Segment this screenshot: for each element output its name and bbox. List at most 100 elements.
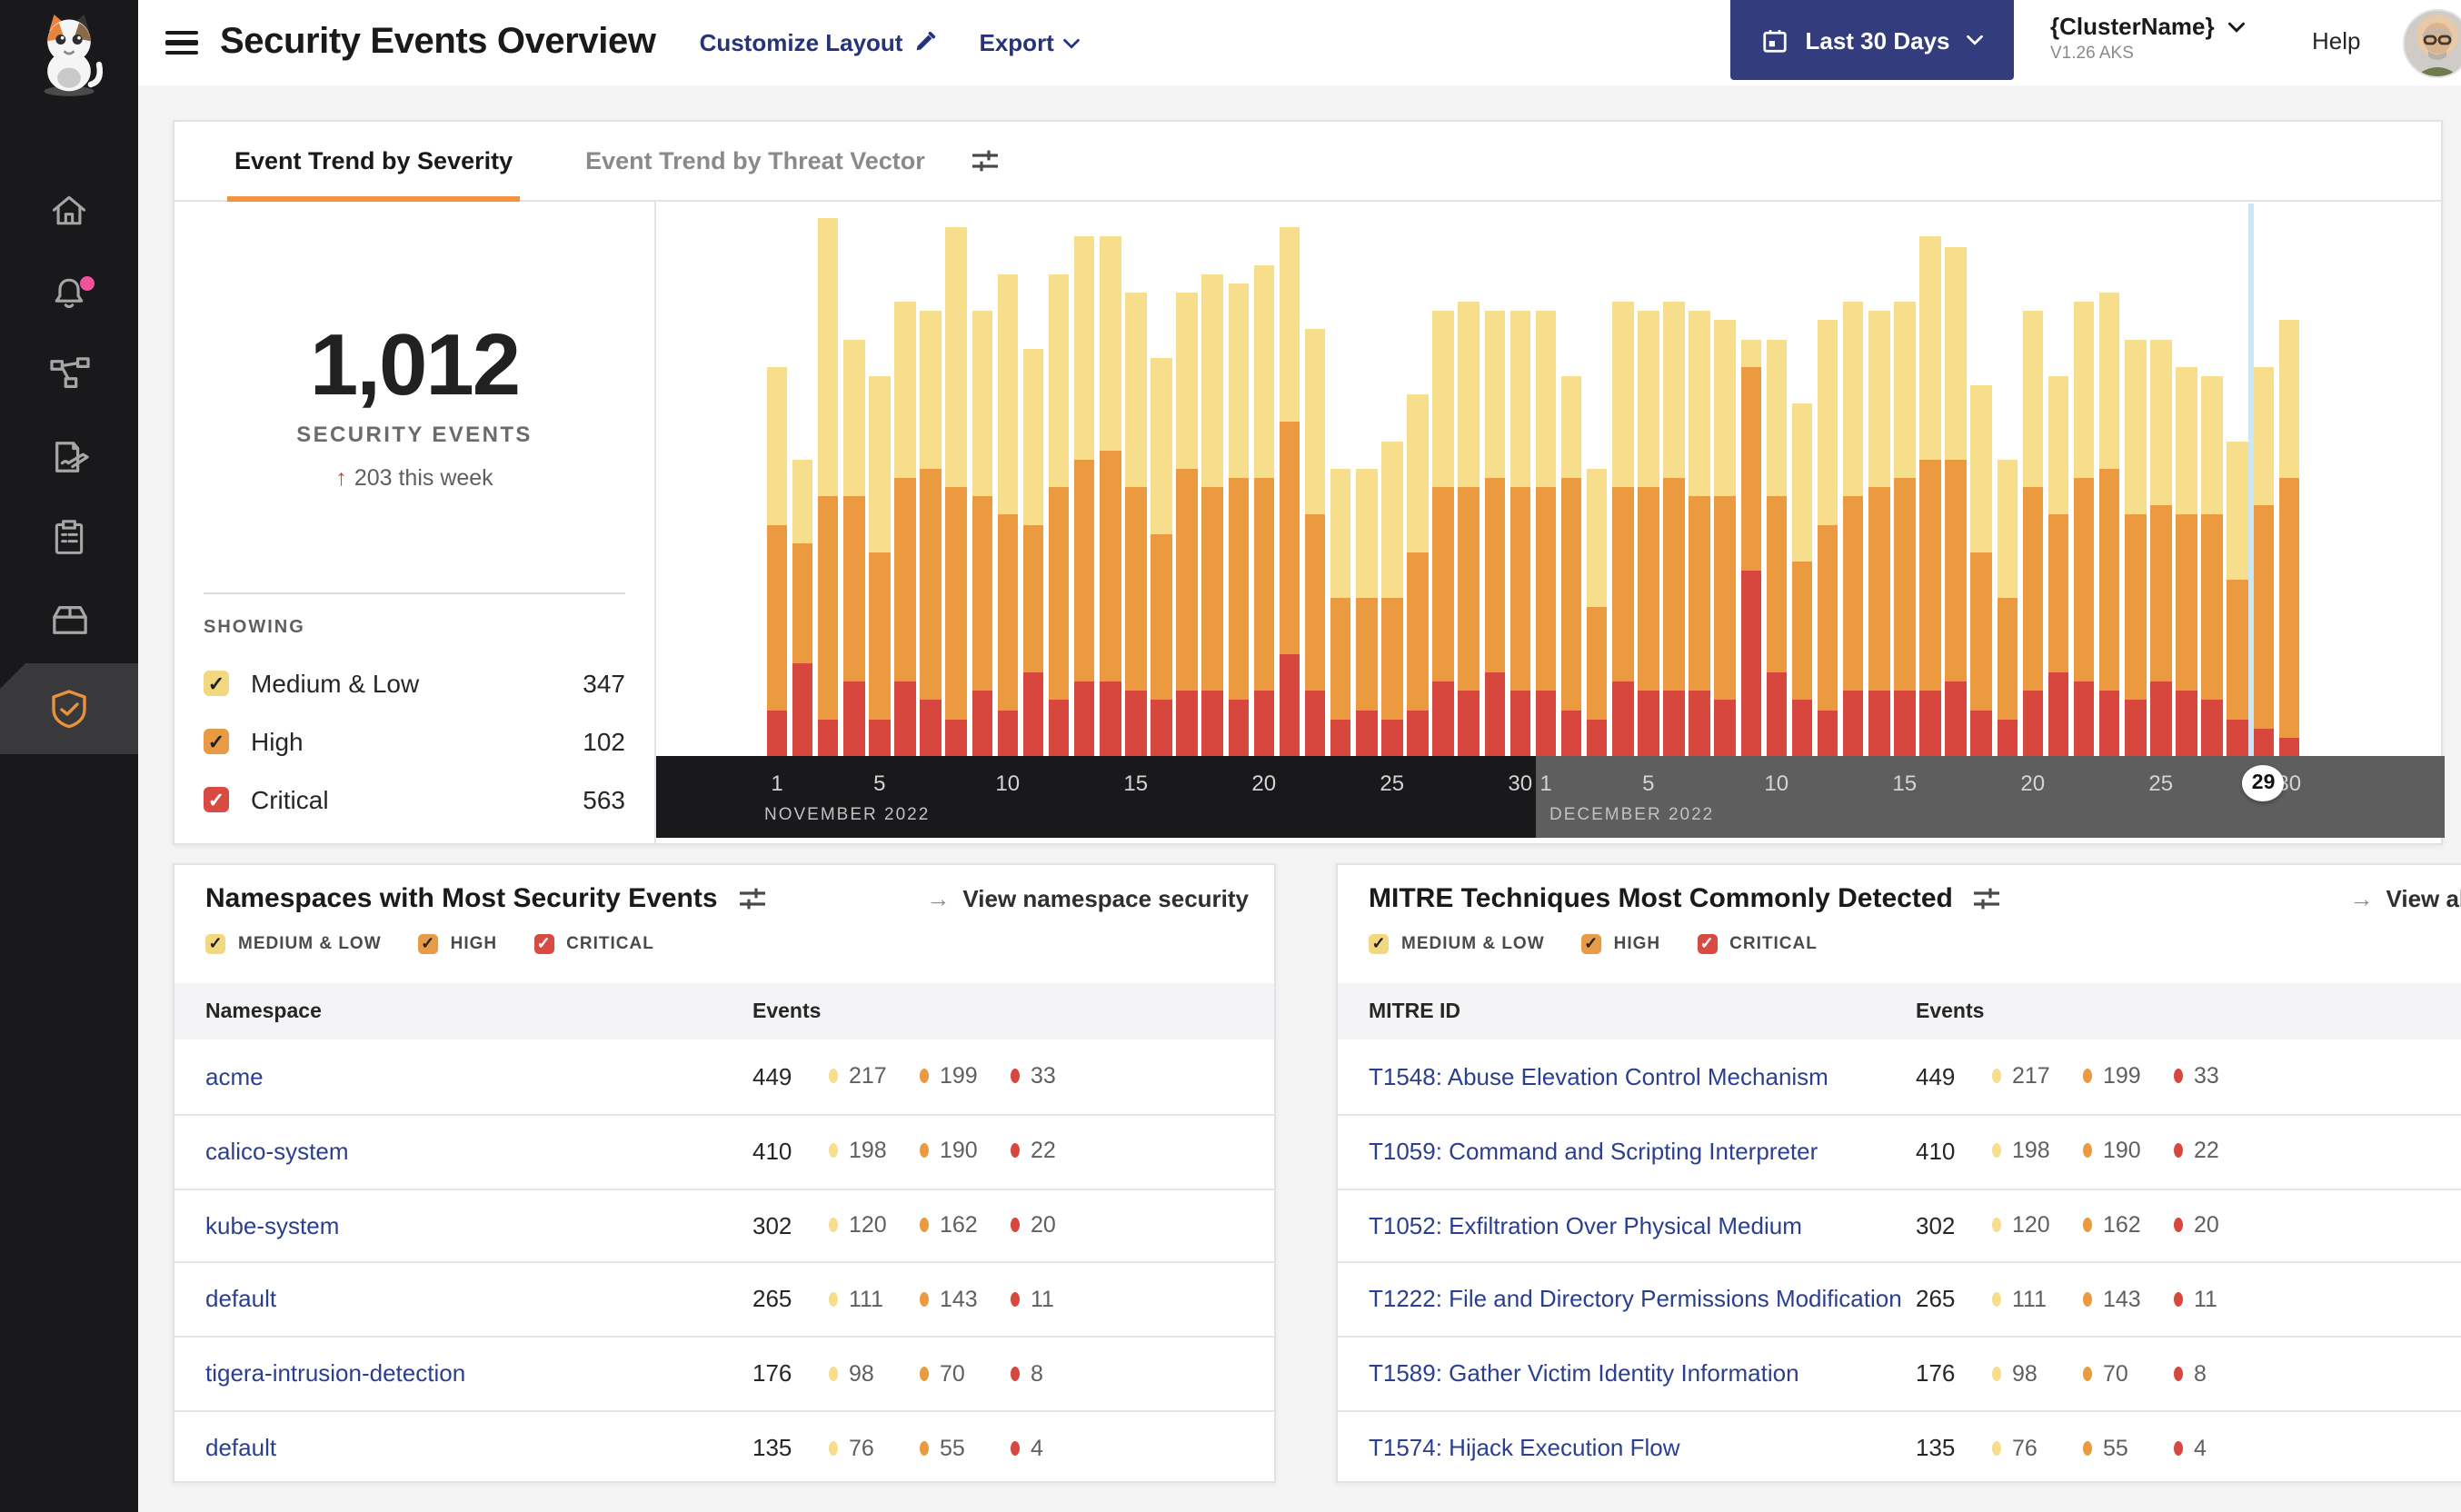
stacked-bar-day-16: [1151, 357, 1172, 756]
mitre-technique-link[interactable]: T1222: File and Directory Permissions Mo…: [1369, 1286, 1902, 1313]
checkbox-checked-icon[interactable]: ✓: [1369, 934, 1389, 954]
mitre-settings-button[interactable]: [1974, 887, 2000, 910]
high-dot-icon: [2083, 1218, 2092, 1233]
namespace-link[interactable]: kube-system: [205, 1211, 339, 1238]
events-total: 135: [752, 1434, 792, 1462]
high-count: 162: [2103, 1212, 2141, 1238]
top-header: Security Events Overview Customize Layou…: [138, 0, 2461, 85]
filter-chip-high[interactable]: ✓ HIGH: [417, 934, 498, 954]
stacked-bar-day-6: [894, 302, 916, 756]
tab-event-trend-by-severity[interactable]: Event Trend by Severity: [226, 122, 521, 202]
checkbox-checked-icon[interactable]: ✓: [417, 934, 438, 954]
sidebar-item-policies[interactable]: [0, 427, 138, 485]
cluster-selector[interactable]: {ClusterName} V1.26 AKS: [2050, 13, 2246, 64]
namespaces-settings-button[interactable]: [739, 887, 765, 910]
mitre-technique-link[interactable]: T1548: Abuse Elevation Control Mechanism: [1369, 1063, 1828, 1090]
critical-dot-icon: [2174, 1143, 2183, 1159]
checkbox-checked-icon[interactable]: ✓: [205, 934, 225, 954]
mitre-severity-filters: ✓ MEDIUM & LOW ✓ HIGH ✓ CRITICAL: [1369, 934, 1818, 954]
stacked-bar-day-19: [1228, 283, 1250, 756]
stacked-bar-day-52: [2073, 302, 2095, 756]
mitre-technique-link[interactable]: T1052: Exfiltration Over Physical Medium: [1369, 1211, 1802, 1238]
sidebar-item-threat-defense[interactable]: [0, 663, 138, 754]
sidebar-item-alerts[interactable]: [0, 264, 138, 322]
stacked-bar-day-44: [1868, 311, 1890, 756]
filter-chip-critical[interactable]: ✓ CRITICAL: [533, 934, 654, 954]
filter-chip-label: CRITICAL: [1729, 934, 1818, 954]
menu-button[interactable]: [165, 25, 198, 61]
filter-chip-high[interactable]: ✓ HIGH: [1580, 934, 1661, 954]
legend-toggle-high[interactable]: ✓ High 102: [204, 712, 625, 771]
checkbox-checked-icon[interactable]: ✓: [1580, 934, 1601, 954]
namespace-link[interactable]: calico-system: [205, 1137, 349, 1164]
filter-chip-medium-low[interactable]: ✓ MEDIUM & LOW: [205, 934, 382, 954]
total-events-label: SECURITY EVENTS: [296, 422, 533, 447]
events-total: 265: [752, 1285, 792, 1313]
mitre-card-title: MITRE Techniques Most Commonly Detected: [1369, 883, 1953, 914]
sidebar-item-service-graph[interactable]: [0, 345, 138, 403]
high-dot-icon: [2083, 1366, 2092, 1381]
legend-toggle-medium-low[interactable]: ✓ Medium & Low 347: [204, 654, 625, 712]
user-avatar[interactable]: [2403, 9, 2461, 78]
main-content: Event Trend by Severity Event Trend by T…: [138, 85, 2461, 1512]
sidebar-item-workloads[interactable]: [0, 591, 138, 649]
calico-cat-logo[interactable]: [29, 11, 109, 98]
checkbox-checked-icon[interactable]: ✓: [1697, 934, 1718, 954]
checkbox-checked-icon[interactable]: ✓: [204, 787, 229, 812]
mitre-technique-link[interactable]: T1574: Hijack Execution Flow: [1369, 1434, 1680, 1461]
date-range-button[interactable]: Last 30 Days: [1730, 0, 2014, 80]
view-all-events-link[interactable]: → View all events: [2349, 885, 2461, 912]
stacked-bar-day-17: [1176, 293, 1198, 756]
stacked-bar-day-49: [1997, 459, 2018, 756]
stacked-bar-day-24: [1356, 468, 1378, 756]
customize-layout-button[interactable]: Customize Layout: [700, 29, 936, 56]
axis-tick: 10: [995, 771, 1021, 796]
filter-chip-critical[interactable]: ✓ CRITICAL: [1697, 934, 1818, 954]
high-dot-icon: [920, 1069, 929, 1084]
security-events-summary: 1,012 SECURITY EVENTS ↑ 203 this week SHO…: [174, 200, 656, 843]
namespace-link[interactable]: default: [205, 1286, 276, 1313]
stacked-bar-day-48: [1970, 385, 1992, 756]
clipboard-icon: [55, 520, 84, 554]
stacked-bar-day-46: [1919, 236, 1941, 756]
filter-chip-medium-low[interactable]: ✓ MEDIUM & LOW: [1369, 934, 1545, 954]
checkbox-checked-icon[interactable]: ✓: [533, 934, 554, 954]
legend-toggle-critical[interactable]: ✓ Critical 563: [204, 771, 625, 829]
month-label-november: NOVEMBER 2022: [764, 805, 931, 825]
sidebar-item-home[interactable]: [0, 182, 138, 240]
export-button[interactable]: Export: [980, 29, 1080, 56]
axis-tick: 1: [771, 771, 783, 796]
chevron-down-icon: [1966, 35, 1983, 45]
checkbox-checked-icon[interactable]: ✓: [204, 729, 229, 754]
medium-low-dot-icon: [1992, 1069, 2001, 1084]
legend-label: Critical: [251, 785, 329, 814]
stacked-bar-day-28: [1458, 302, 1480, 756]
mitre-technique-link[interactable]: T1589: Gather Victim Identity Informatio…: [1369, 1359, 1799, 1387]
tab-event-trend-by-threat-vector[interactable]: Event Trend by Threat Vector: [585, 122, 925, 200]
sidebar-item-compliance[interactable]: [0, 509, 138, 567]
selected-day-bubble[interactable]: 29: [2242, 765, 2285, 801]
stacked-bar-day-30: [1509, 311, 1531, 756]
namespace-link[interactable]: acme: [205, 1063, 264, 1090]
stacked-bar-day-50: [2022, 311, 2044, 756]
chart-settings-button[interactable]: [971, 149, 998, 173]
medium-low-count: 120: [849, 1212, 887, 1238]
stacked-bar-day-9: [971, 311, 993, 756]
selected-day-highlight-line: [2248, 204, 2254, 756]
high-count: 70: [2103, 1360, 2128, 1387]
help-link[interactable]: Help: [2312, 27, 2361, 55]
medium-low-dot-icon: [829, 1069, 838, 1084]
namespace-link[interactable]: tigera-intrusion-detection: [205, 1359, 465, 1387]
mitre-technique-link[interactable]: T1059: Command and Scripting Interpreter: [1369, 1137, 1818, 1164]
stacked-bar-day-55: [2150, 339, 2172, 756]
stacked-bar-day-22: [1304, 329, 1326, 756]
axis-tick: 15: [1892, 771, 1918, 796]
axis-tick: 15: [1123, 771, 1149, 796]
table-row: T1548: Abuse Elevation Control Mechanism…: [1338, 1040, 2461, 1116]
policy-edit-icon: [55, 441, 88, 472]
checkbox-checked-icon[interactable]: ✓: [204, 671, 229, 696]
namespace-link[interactable]: default: [205, 1434, 276, 1461]
axis-tick: 5: [873, 771, 886, 796]
view-namespace-security-link[interactable]: → View namespace security: [926, 885, 1249, 912]
table-row: default 265 111 143 11: [174, 1262, 1274, 1338]
